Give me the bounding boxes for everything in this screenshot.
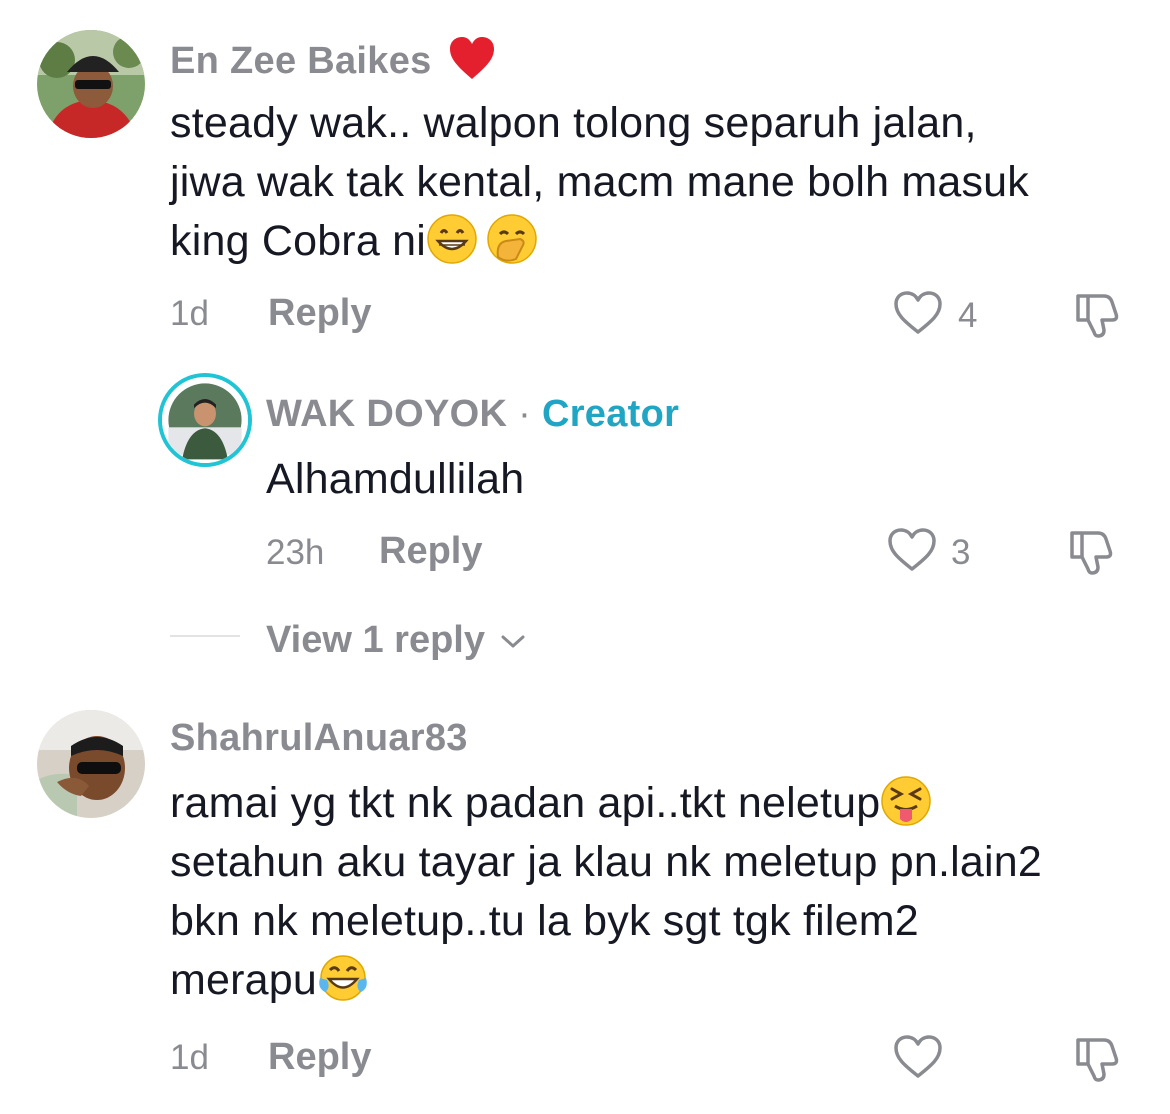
thumbs-down-icon[interactable] — [1066, 527, 1118, 582]
reply-button[interactable]: Reply — [268, 292, 371, 335]
comment-time: 23h — [266, 533, 325, 572]
avatar-shahrulanuar83[interactable] — [37, 710, 145, 818]
comment-line: steady wak.. walpon tolong separuh jalan… — [170, 99, 977, 147]
comment-line: merapu — [170, 951, 1042, 1010]
chevron-down-icon — [500, 617, 526, 660]
comment-time: 1d — [170, 294, 209, 333]
separator-dot: · — [518, 393, 532, 435]
comment-line: bkn nk meletup..tu la byk sgt tgk filem2 — [170, 897, 919, 945]
comment-line: ramai yg tkt nk padan api..tkt neletup — [170, 774, 1042, 833]
thumbs-down-icon[interactable] — [1072, 290, 1124, 345]
comment-text: Alhamdullilah — [266, 450, 524, 509]
avatar-en-zee-baikes[interactable] — [37, 30, 145, 138]
view-replies-button[interactable]: View 1 reply — [266, 617, 526, 662]
face-with-tears-of-joy-emoji — [317, 952, 369, 1004]
heart-outline-icon[interactable] — [892, 290, 944, 341]
comment-text: ramai yg tkt nk padan api..tkt neletup s… — [170, 774, 1042, 1010]
comment-text: steady wak.. walpon tolong separuh jalan… — [170, 94, 1029, 271]
comment-username[interactable]: WAK DOYOK · Creator — [266, 393, 679, 436]
thumbs-down-icon[interactable] — [1072, 1034, 1124, 1089]
grinning-face-emoji — [426, 213, 478, 265]
reply-button[interactable]: Reply — [379, 530, 482, 573]
comment-line: king Cobra ni — [170, 212, 1029, 271]
squinting-face-with-tongue-emoji — [880, 775, 932, 827]
heart-outline-icon[interactable] — [886, 527, 938, 578]
comment-line: jiwa wak tak kental, macm mane bolh masu… — [170, 158, 1029, 206]
like-count: 3 — [951, 533, 971, 572]
comment-time: 1d — [170, 1038, 209, 1077]
comment-username[interactable]: En Zee Baikes — [170, 35, 496, 91]
view-replies-divider — [170, 635, 240, 637]
comment-line: setahun aku tayar ja klau nk meletup pn.… — [170, 838, 1042, 886]
face-with-hand-over-mouth-emoji — [486, 213, 538, 265]
like-count: 4 — [958, 296, 978, 335]
reply-button[interactable]: Reply — [268, 1036, 371, 1079]
comment-line: Alhamdullilah — [266, 455, 525, 503]
creator-label: Creator — [541, 393, 680, 435]
heart-outline-icon[interactable] — [892, 1034, 944, 1085]
comment-username[interactable]: ShahrulAnuar83 — [170, 717, 468, 760]
red-heart-icon — [448, 35, 496, 91]
avatar-wak-doyok[interactable] — [158, 373, 252, 467]
